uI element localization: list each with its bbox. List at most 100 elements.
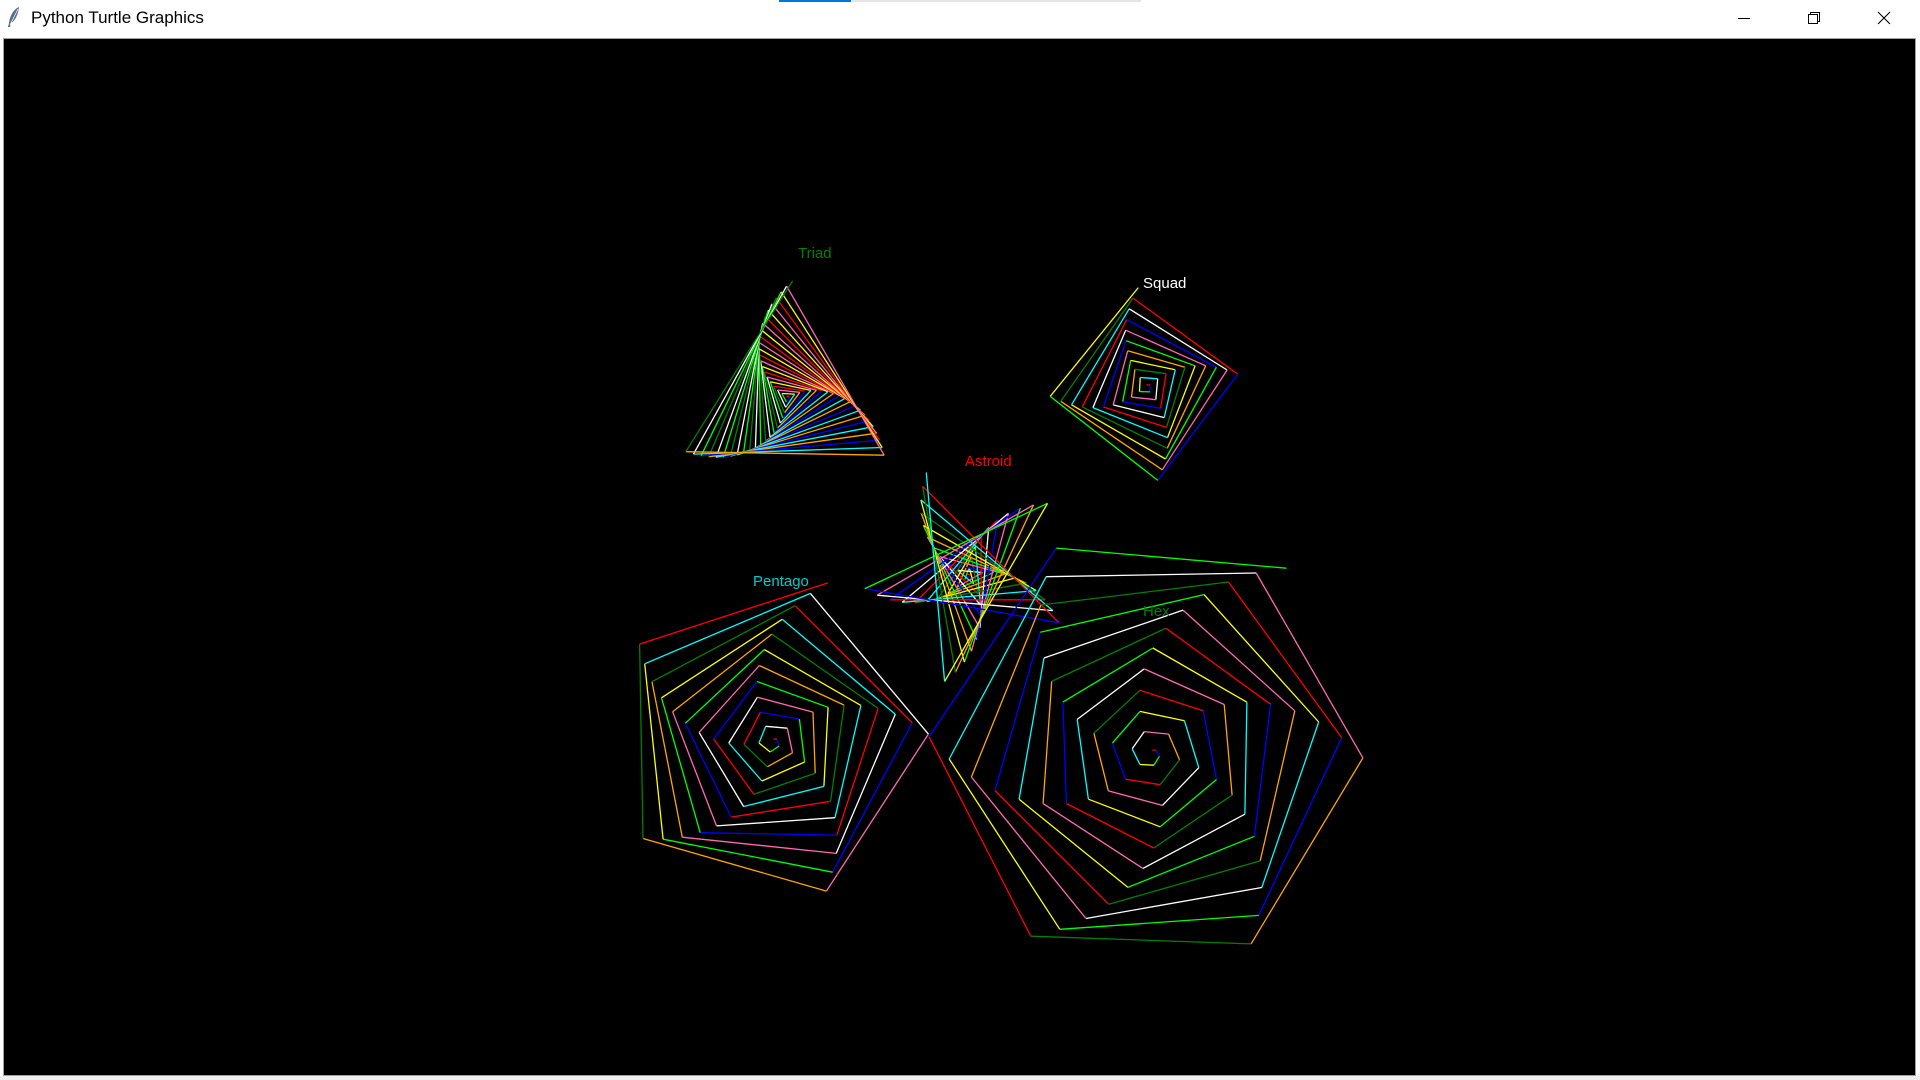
pentago-stroke — [756, 680, 829, 708]
hex-stroke — [1250, 757, 1364, 945]
minimize-button[interactable] — [1709, 0, 1779, 35]
pentago-stroke — [758, 742, 771, 753]
pentago-stroke — [776, 738, 780, 747]
hex-stroke — [1088, 798, 1161, 828]
hex-stroke — [994, 632, 1041, 791]
hex-stroke — [1062, 702, 1068, 804]
hex-stroke — [1139, 710, 1185, 722]
pentago-stroke — [763, 649, 862, 706]
window-title: Python Turtle Graphics — [31, 8, 204, 27]
hex-stroke — [1253, 704, 1272, 837]
astroid-spiral — [864, 472, 1060, 682]
hex-stroke — [1076, 719, 1090, 800]
squad-stroke — [1128, 308, 1228, 371]
hex-stroke — [1155, 749, 1160, 757]
squad-stroke — [1134, 368, 1167, 375]
pentago-stroke — [730, 800, 831, 818]
hex-stroke — [948, 758, 1061, 930]
pentago-stroke — [786, 728, 794, 753]
hex-stroke — [1168, 733, 1181, 761]
squad-stroke — [1140, 376, 1158, 380]
hex-stroke — [1258, 737, 1343, 916]
squad-stroke — [1049, 395, 1159, 481]
pentago-stroke — [835, 713, 896, 854]
squad-stroke — [1166, 365, 1196, 438]
pentago-stroke — [758, 726, 767, 744]
astroid-label: Astroid — [965, 453, 1012, 470]
hex-stroke — [1108, 790, 1163, 807]
pentago-stroke — [728, 742, 763, 782]
restore-icon — [1808, 11, 1820, 24]
squad-stroke — [1155, 378, 1159, 400]
hex-stroke — [1030, 935, 1252, 945]
hex-stroke — [1018, 798, 1129, 888]
hex-stroke — [1131, 748, 1141, 765]
pentago-stroke — [671, 711, 718, 827]
hex-stroke — [1093, 733, 1109, 792]
hex-stroke — [1182, 609, 1296, 712]
restore-button[interactable] — [1779, 0, 1849, 35]
pentago-stroke — [766, 752, 793, 768]
triad-spiral — [685, 280, 885, 458]
hex-stroke — [1259, 710, 1296, 862]
astroid-stroke — [920, 512, 973, 652]
hex-stroke — [1076, 668, 1145, 720]
hex-stroke — [1244, 702, 1248, 815]
squad-stroke — [1157, 373, 1239, 481]
hex-stroke — [1144, 730, 1169, 735]
squad-stroke — [1092, 406, 1168, 439]
pentago-stroke — [765, 725, 788, 729]
pentago-label: Pentago — [753, 573, 809, 590]
hex-stroke — [1125, 778, 1161, 786]
pentago-stroke — [832, 722, 913, 873]
squad-stroke — [1138, 377, 1141, 392]
astroid-stroke — [970, 513, 1010, 652]
pentago-stroke — [728, 696, 758, 744]
close-button[interactable] — [1849, 0, 1919, 35]
window-bottom-edge — [0, 1076, 1920, 1080]
hex-stroke — [1042, 681, 1053, 804]
triad-stroke — [763, 371, 779, 429]
triad-stroke — [781, 392, 795, 395]
pentago-stroke — [823, 707, 829, 787]
hex-stroke — [1111, 710, 1141, 744]
pentago-stroke — [660, 697, 701, 833]
turtle-drawing-surface: Triad Squad Astroid Pentago Hex — [638, 245, 1364, 945]
hex-stroke — [1159, 779, 1217, 828]
hex-stroke — [1040, 581, 1229, 606]
hex-stroke — [1046, 572, 1257, 578]
pentago-stroke — [651, 681, 683, 838]
title-bar[interactable]: Python Turtle Graphics — [0, 0, 1920, 37]
hex-stroke — [1131, 731, 1145, 750]
turtle-window: Python Turtle Graphics Triad Squad Astro… — [0, 0, 1920, 1080]
squad-stroke — [1130, 369, 1136, 398]
pentago-stroke — [798, 719, 806, 763]
pentago-stroke — [716, 817, 836, 827]
hex-stroke — [970, 776, 1087, 919]
hex-stroke — [1139, 763, 1154, 766]
hex-stroke — [1183, 720, 1200, 768]
turtle-canvas[interactable]: Triad Squad Astroid Pentago Hex — [3, 38, 1916, 1076]
hex-stroke — [1062, 647, 1154, 703]
squad-stroke — [1122, 400, 1161, 409]
pentago-stroke — [769, 745, 780, 753]
pentago-stroke — [639, 582, 829, 645]
hex-stroke — [928, 736, 1032, 937]
taskbar-focus-strip — [779, 0, 851, 2]
squad-stroke — [1130, 359, 1176, 371]
pentago-stroke — [700, 832, 837, 836]
pentago-spiral — [638, 582, 929, 892]
pentago-stroke — [698, 732, 745, 807]
hex-stroke — [1139, 689, 1204, 712]
taskbar-focus-strip-tail — [851, 0, 1141, 2]
squad-stroke — [1082, 406, 1168, 449]
hex-stroke — [994, 790, 1110, 905]
pentago-stroke — [638, 644, 644, 839]
pentago-stroke — [794, 605, 913, 724]
pentago-stroke — [682, 836, 837, 855]
hex-stroke — [1223, 704, 1233, 796]
squad-label: Squad — [1143, 275, 1186, 292]
hex-stroke — [1153, 755, 1160, 766]
pentago-stroke — [812, 712, 816, 774]
hex-stroke — [1066, 802, 1155, 849]
